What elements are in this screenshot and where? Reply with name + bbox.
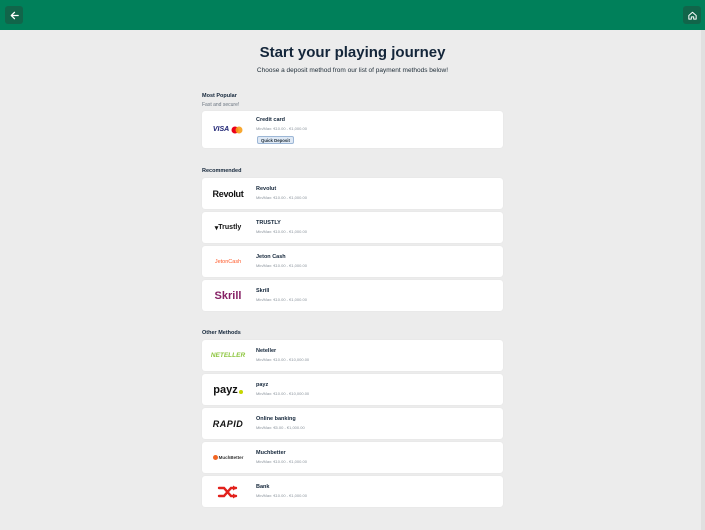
- mastercard-icon: [231, 126, 243, 133]
- page-title: Start your playing journey: [259, 44, 446, 61]
- section-title-other-methods: Other Methods: [202, 330, 241, 336]
- method-name: Online banking: [256, 416, 296, 422]
- neteller-logo: NETELLER: [210, 352, 246, 359]
- method-limits: Min/Max: €10.00 - €10,000.00: [256, 357, 310, 362]
- section-title-most-popular: Most Popular: [202, 93, 237, 99]
- method-limits: Min/Max: €10.00 - €1,000.00: [256, 459, 307, 464]
- muchbetter-dot-icon: [212, 455, 218, 460]
- method-limits: Min/Max: €10.00 - €1,000.00: [256, 493, 307, 498]
- method-limits: Min/Max: €10.00 - €10,000.00: [256, 391, 310, 396]
- visa-mastercard-logo: VISA: [202, 111, 254, 148]
- home-button[interactable]: [683, 6, 701, 24]
- method-name: Credit card: [256, 117, 286, 123]
- method-name: Bank: [256, 484, 270, 490]
- method-name: Jeton Cash: [256, 254, 286, 260]
- payment-method-online-banking[interactable]: RAPID Online banking Min/Max: €5.00 - €1…: [202, 408, 503, 439]
- payment-method-neteller[interactable]: NETELLER Neteller Min/Max: €10.00 - €10,…: [202, 340, 503, 371]
- method-name: payz: [256, 382, 269, 388]
- top-bar: [0, 0, 705, 30]
- bank-transfer-icon: [217, 485, 238, 498]
- payz-dot-icon: [238, 389, 243, 394]
- arrow-left-icon: [10, 11, 19, 19]
- method-limits: Min/Max: €10.00 - €1,000.00: [256, 229, 307, 234]
- payment-method-payz[interactable]: payz payz Min/Max: €10.00 - €10,000.00: [202, 374, 503, 405]
- payment-method-bank[interactable]: Bank Min/Max: €10.00 - €1,000.00: [202, 476, 503, 507]
- payment-method-skrill[interactable]: Skrill Skrill Min/Max: €10.00 - €1,000.0…: [202, 280, 503, 311]
- scrollbar[interactable]: [701, 30, 705, 530]
- bank-transfer-logo: [202, 476, 254, 507]
- method-name: Skrill: [256, 288, 270, 294]
- method-name: Muchbetter: [256, 450, 286, 456]
- section-subtitle-most-popular: Fast and secure!: [202, 102, 240, 108]
- quick-deposit-badge: Quick Deposit: [257, 136, 294, 144]
- muchbetter-logo: MuchBetter: [202, 442, 254, 473]
- skrill-logo: Skrill: [214, 289, 242, 302]
- payment-method-revolut[interactable]: Revolut Revolut Min/Max: €10.00 - €1,000…: [202, 178, 503, 209]
- method-name: Revolut: [256, 186, 277, 192]
- method-limits: Min/Max: €10.00 - €1,000.00: [256, 195, 307, 200]
- section-title-recommended: Recommended: [202, 168, 242, 174]
- back-button[interactable]: [5, 6, 23, 24]
- jeton-cash-logo: JetonCash: [214, 258, 242, 265]
- payment-method-jeton-cash[interactable]: JetonCash Jeton Cash Min/Max: €10.00 - €…: [202, 246, 503, 277]
- method-limits: Min/Max: €10.00 - €1,000.00: [256, 126, 307, 131]
- method-name: Neteller: [256, 348, 277, 354]
- payment-method-credit-card[interactable]: VISA Credit card Min/Max: €10.00 - €1,00…: [202, 111, 503, 148]
- payz-logo: payz: [202, 374, 254, 405]
- home-icon: [687, 11, 697, 20]
- page-subtitle: Choose a deposit method from our list of…: [256, 67, 449, 74]
- rapid-logo: RAPID: [212, 418, 244, 429]
- method-limits: Min/Max: €5.00 - €1,000.00: [256, 425, 305, 430]
- method-limits: Min/Max: €10.00 - €1,000.00: [256, 297, 307, 302]
- revolut-logo: Revolut: [212, 188, 244, 199]
- payment-method-muchbetter[interactable]: MuchBetter Muchbetter Min/Max: €10.00 - …: [202, 442, 503, 473]
- method-name: TRUSTLY: [256, 220, 281, 226]
- payment-method-trustly[interactable]: ▾ Trustly TRUSTLY Min/Max: €10.00 - €1,0…: [202, 212, 503, 243]
- method-limits: Min/Max: €10.00 - €1,000.00: [256, 263, 307, 268]
- trustly-logo: ▾ Trustly: [214, 224, 242, 232]
